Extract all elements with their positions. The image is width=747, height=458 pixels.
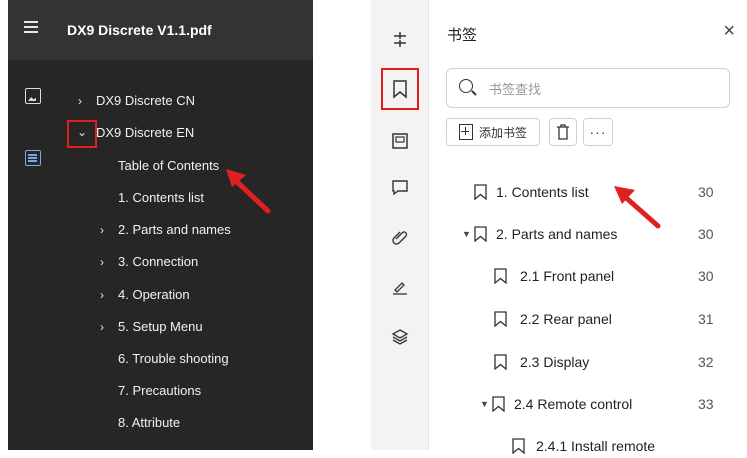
trash-icon — [557, 124, 569, 140]
chevron-right-icon[interactable]: › — [100, 217, 104, 243]
bookmark-page: 30 — [698, 184, 714, 200]
bookmark-icon — [512, 438, 525, 454]
bookmark-label: 2. Parts and names — [496, 226, 618, 242]
bookmark-page: 30 — [698, 226, 714, 242]
tree-item-label: DX9 Discrete EN — [96, 125, 195, 140]
red-arrow-icon — [226, 169, 271, 214]
bookmark-page: 32 — [698, 354, 714, 370]
add-bookmark-label: 添加书签 — [478, 125, 527, 140]
tree-item-label: 5. Setup Menu — [118, 319, 203, 334]
add-bookmark-button[interactable]: 添加书签 — [446, 118, 540, 146]
expand-triangle-icon[interactable]: ▼ — [462, 222, 471, 246]
tree-item-toc[interactable]: Table of Contents — [118, 153, 219, 179]
bookmark-icon — [494, 311, 507, 327]
chevron-right-icon[interactable]: › — [100, 314, 104, 340]
document-title: DX9 Discrete V1.1.pdf — [67, 22, 212, 38]
attachment-icon[interactable] — [371, 222, 429, 252]
bookmark-icon — [474, 184, 487, 200]
tune-icon[interactable] — [371, 25, 429, 55]
bookmark-label: 2.4 Remote control — [514, 396, 633, 412]
search-icon — [459, 79, 473, 93]
tool-strip — [371, 0, 429, 450]
highlight-box — [381, 68, 419, 110]
bookmark-page: 31 — [698, 311, 714, 327]
chevron-right-icon[interactable]: › — [78, 88, 82, 114]
bookmark-icon — [474, 226, 487, 242]
thumbnail-icon[interactable] — [371, 126, 429, 156]
bookmark-label: 2.3 Display — [520, 354, 590, 370]
bookmark-icon — [494, 268, 507, 284]
highlight-box — [67, 120, 97, 148]
bookmark-search[interactable] — [446, 68, 730, 108]
bookmark-label: 2.4.1 Install remote — [536, 438, 656, 454]
menu-icon[interactable] — [22, 18, 42, 38]
close-icon[interactable]: × — [723, 20, 735, 43]
delete-bookmark-button[interactable] — [549, 118, 577, 146]
left-header: DX9 Discrete V1.1.pdf — [8, 0, 313, 60]
bookmark-icon — [494, 354, 507, 370]
tree-item-attribute[interactable]: 8. Attribute — [118, 410, 180, 436]
tree-item-precautions[interactable]: 7. Precautions — [118, 378, 201, 404]
tree-item-label: 2. Parts and names — [118, 222, 231, 237]
tree-item-trouble[interactable]: 6. Trouble shooting — [118, 346, 229, 372]
left-outline-panel: DX9 Discrete V1.1.pdf › DX9 Discrete CN … — [8, 0, 313, 450]
signature-icon[interactable] — [371, 272, 429, 302]
bookmark-page: 30 — [698, 268, 714, 284]
add-icon — [458, 124, 473, 140]
bookmark-icon — [492, 396, 505, 412]
bookmark-search-input[interactable] — [489, 78, 709, 100]
layers-icon[interactable] — [371, 322, 429, 352]
tree-item-label: 4. Operation — [118, 287, 190, 302]
more-options-button[interactable]: ··· — [583, 118, 613, 146]
bookmark-header: 书签 × — [429, 0, 747, 60]
toc-icon[interactable] — [25, 150, 41, 166]
bookmark-label: 2.2 Rear panel — [520, 311, 612, 327]
expand-triangle-icon[interactable]: ▼ — [480, 392, 489, 416]
bookmark-panel-title: 书签 — [447, 27, 478, 44]
tree-item-contents-list[interactable]: 1. Contents list — [118, 185, 204, 211]
bookmark-label: 2.1 Front panel — [520, 268, 615, 284]
bookmark-page: 33 — [698, 396, 714, 412]
chevron-right-icon[interactable]: › — [100, 282, 104, 308]
red-arrow-icon — [614, 186, 661, 229]
image-icon[interactable] — [25, 88, 41, 104]
tree-item-label: 3. Connection — [118, 254, 199, 269]
bookmark-label: 1. Contents list — [496, 184, 589, 200]
tree-item-label: DX9 Discrete CN — [96, 93, 195, 108]
comment-icon[interactable] — [371, 172, 429, 202]
chevron-right-icon[interactable]: › — [100, 249, 104, 275]
